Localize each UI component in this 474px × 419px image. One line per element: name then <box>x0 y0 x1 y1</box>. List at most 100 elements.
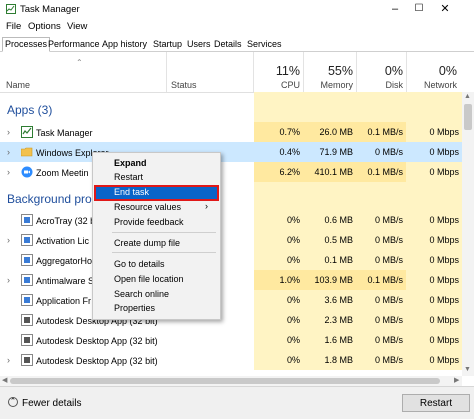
network-value: 0 Mbps <box>406 142 462 162</box>
disk-value: 0 MB/s <box>356 250 406 270</box>
menu-item-expand[interactable]: Expand <box>114 158 147 168</box>
service-icon <box>21 294 33 306</box>
process-name: Antimalware S <box>36 276 95 286</box>
heat-band <box>254 182 462 210</box>
tab-performance[interactable]: Performance <box>45 37 103 52</box>
memory-value: 26.0 MB <box>303 122 356 142</box>
vertical-scroll-thumb[interactable] <box>464 104 472 130</box>
scroll-left-icon[interactable]: ◀ <box>2 376 7 384</box>
memory-value: 1.6 MB <box>303 330 356 350</box>
cpu-value: 0% <box>254 330 303 350</box>
network-value: 0 Mbps <box>406 270 462 290</box>
expand-chevron-icon[interactable]: › <box>7 167 10 177</box>
expand-chevron-icon[interactable]: › <box>7 147 10 157</box>
folder-icon <box>21 147 33 157</box>
scroll-right-icon[interactable]: ▶ <box>454 376 459 384</box>
process-row[interactable]: › Antimalware S 1.0% 103.9 MB 0.1 MB/s 0… <box>0 270 462 290</box>
expand-chevron-icon[interactable]: › <box>7 355 10 365</box>
menu-item-properties[interactable]: Properties <box>114 303 155 313</box>
scroll-up-icon[interactable]: ▲ <box>464 93 471 100</box>
close-button[interactable]: ✕ <box>434 0 456 18</box>
process-name: Activation Lic <box>36 236 90 246</box>
restart-button[interactable]: Restart <box>402 394 470 412</box>
network-value: 0 Mbps <box>406 350 462 370</box>
menu-file[interactable]: File <box>6 21 21 32</box>
cpu-value: 0% <box>254 230 303 250</box>
memory-value: 103.9 MB <box>303 270 356 290</box>
process-row[interactable]: Autodesk Desktop App (32 bit) 0% 2.3 MB … <box>0 310 462 330</box>
column-disk[interactable]: Disk <box>356 80 404 90</box>
horizontal-scroll-thumb[interactable] <box>10 378 440 384</box>
tab-processes[interactable]: Processes <box>2 37 51 52</box>
tab-startup[interactable]: Startup <box>150 37 185 52</box>
zoom-icon <box>21 166 33 178</box>
process-name: AggregatorHo <box>36 256 93 266</box>
menu-item-go-to-details[interactable]: Go to details <box>114 259 165 269</box>
process-name: Zoom Meetin <box>36 168 89 178</box>
column-network[interactable]: Network <box>406 80 457 90</box>
network-value: 0 Mbps <box>406 210 462 230</box>
menu-item-search-online[interactable]: Search online <box>114 289 169 299</box>
tab-details[interactable]: Details <box>211 37 245 52</box>
window-title: Task Manager <box>20 4 80 15</box>
scroll-down-icon[interactable]: ▼ <box>464 366 471 373</box>
acrotray-icon <box>21 214 33 226</box>
cpu-value: 0% <box>254 290 303 310</box>
process-name: Application Fr <box>36 296 92 306</box>
process-name: AcroTray (32 bi <box>36 216 98 226</box>
process-row[interactable]: › Activation Lic 0% 0.5 MB 0 MB/s 0 Mbps <box>0 230 462 250</box>
memory-value: 0.5 MB <box>303 230 356 250</box>
cpu-value: 0% <box>254 350 303 370</box>
menu-item-open-file-location[interactable]: Open file location <box>114 274 184 284</box>
service-icon <box>21 274 33 286</box>
disk-value: 0 MB/s <box>356 290 406 310</box>
heat-band <box>254 92 462 122</box>
process-row-zoom[interactable]: › Zoom Meetin 6.2% 410.1 MB 0.1 MB/s 0 M… <box>0 162 462 182</box>
group-header-apps: Apps (3) <box>7 103 53 117</box>
expand-chevron-icon[interactable]: › <box>7 235 10 245</box>
cpu-value: 0.4% <box>254 142 303 162</box>
menu-view[interactable]: View <box>67 21 87 32</box>
cpu-value: 0% <box>254 250 303 270</box>
column-memory[interactable]: Memory <box>303 80 353 90</box>
memory-total: 55% <box>327 64 353 78</box>
process-row[interactable]: Application Fr 0% 3.6 MB 0 MB/s 0 Mbps <box>0 290 462 310</box>
process-row-windows-explorer[interactable]: › Windows Explorer 0.4% 71.9 MB 0 MB/s 0… <box>0 142 462 162</box>
process-row[interactable]: AcroTray (32 bi 0% 0.6 MB 0 MB/s 0 Mbps <box>0 210 462 230</box>
network-value: 0 Mbps <box>406 162 462 182</box>
end-task-highlight <box>94 185 219 201</box>
process-row-task-manager[interactable]: › Task Manager 0.7% 26.0 MB 0.1 MB/s 0 M… <box>0 122 462 142</box>
process-row[interactable]: AggregatorHo 0% 0.1 MB 0 MB/s 0 Mbps <box>0 250 462 270</box>
tab-strip: Processes Performance App history Startu… <box>0 37 474 52</box>
column-cpu[interactable]: CPU <box>254 80 300 90</box>
autodesk-icon <box>21 314 33 326</box>
expand-chevron-icon[interactable]: › <box>7 275 10 285</box>
disk-value: 0.1 MB/s <box>356 162 406 182</box>
menu-item-create-dump-file[interactable]: Create dump file <box>114 238 180 248</box>
menu-item-restart[interactable]: Restart <box>114 172 143 182</box>
process-row[interactable]: › Autodesk Desktop App (32 bit) 0% 1.8 M… <box>0 350 462 370</box>
menu-item-resource-values[interactable]: Resource values <box>114 202 181 212</box>
tab-app-history[interactable]: App history <box>99 37 150 52</box>
disk-value: 0 MB/s <box>356 210 406 230</box>
memory-value: 71.9 MB <box>303 142 356 162</box>
maximize-button[interactable]: ☐ <box>408 0 430 18</box>
disk-value: 0 MB/s <box>356 142 406 162</box>
disk-value: 0.1 MB/s <box>356 122 406 142</box>
fewer-details-link[interactable]: Fewer details <box>22 398 81 409</box>
tab-users[interactable]: Users <box>184 37 214 52</box>
process-name: Autodesk Desktop App (32 bit) <box>36 336 158 346</box>
cpu-total: 11% <box>275 64 300 78</box>
menu-item-provide-feedback[interactable]: Provide feedback <box>114 217 184 227</box>
tab-services[interactable]: Services <box>244 37 285 52</box>
cpu-value: 1.0% <box>254 270 303 290</box>
column-status[interactable]: Status <box>171 80 197 90</box>
cpu-value: 0.7% <box>254 122 303 142</box>
expand-chevron-icon[interactable]: › <box>7 127 10 137</box>
process-row[interactable]: Autodesk Desktop App (32 bit) 0% 1.6 MB … <box>0 330 462 350</box>
menu-item-end-task[interactable]: End task <box>114 187 149 197</box>
column-name[interactable]: Name <box>6 80 30 90</box>
vertical-scrollbar[interactable] <box>462 92 474 376</box>
minimize-button[interactable]: – <box>384 0 406 18</box>
menu-options[interactable]: Options <box>28 21 61 32</box>
